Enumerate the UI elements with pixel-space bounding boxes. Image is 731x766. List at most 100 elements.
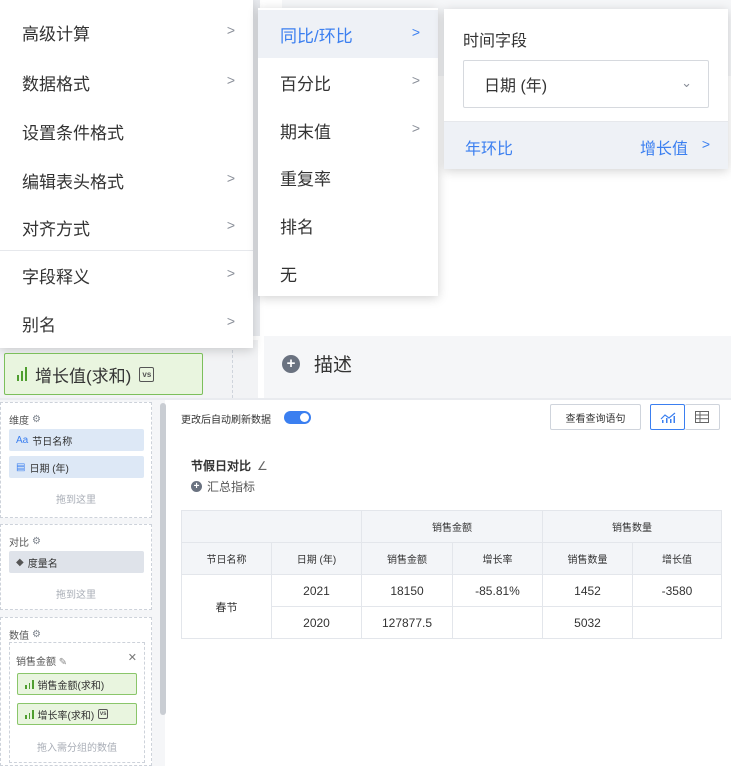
analysis-editor: 维度 ⚙ Aa 节日名称 ▤ 日期 (年) 拖到这里 对比 ⚙ ◆ 度量名 拖到… [0,400,731,766]
table-header-row: 节日名称 日期 (年) 销售金额 增长率 销售数量 增长值 [181,542,722,575]
chevron-right-icon: > [226,22,235,38]
section-title-text: 对比 [9,538,29,549]
edit-icon[interactable]: ∠ [257,459,268,473]
menu-item-label: 期末值 [280,122,331,142]
table-cell: 2021 [271,574,362,607]
bar-chart-icon [17,367,27,381]
edit-icon[interactable]: ✎ [59,657,67,668]
menu-item-label: 无 [280,265,297,285]
menu-item-label: 数据格式 [22,74,90,94]
value-field-sales-amount[interactable]: 销售金额(求和) [17,673,137,695]
time-field-value: 日期 (年) [484,78,548,95]
compare-drop-zone[interactable]: 拖到这里 [1,586,151,601]
menu-item-header-format[interactable]: 编辑表头格式 > [0,156,253,204]
table-row: 春节 2021 18150 -85.81% 1452 -3580 [181,574,722,639]
value-group-label[interactable]: 销售金额 ✎ [16,653,67,668]
menu-item-yoy[interactable]: 年环比 增长值 > [444,122,728,169]
value-drop-zone[interactable]: 拖入需分组的数值 [10,739,144,754]
add-metric-label: 汇总指标 [207,480,256,494]
gear-icon[interactable]: ⚙ [32,414,41,425]
dimension-field-holiday[interactable]: Aa 节日名称 [9,429,144,451]
value-title: 数值 ⚙ [9,627,41,642]
menu-item-conditional-format[interactable]: 设置条件格式 [0,107,253,155]
dimension-section: 维度 ⚙ Aa 节日名称 ▤ 日期 (年) 拖到这里 [0,402,152,518]
calculation-badge-icon: vs [139,366,155,382]
menu-item-label: 高级计算 [22,24,90,44]
menu-item-repeat-rate[interactable]: 重复率 [258,153,438,201]
auto-refresh-label: 更改后自动刷新数据 [181,415,271,426]
menu-item-label: 对齐方式 [22,219,90,239]
table-cell: 1452 [542,574,633,607]
menu-item-yoy-mom[interactable]: 同比/环比 > [258,10,438,58]
field-label: 节日名称 [32,436,73,448]
table-icon [695,411,709,423]
menu-item-label: 同比/环比 [280,26,353,46]
chevron-right-icon: > [411,24,420,40]
column-header[interactable]: 销售数量 [542,542,633,575]
table-group-header-row: 销售金额 销售数量 [181,510,722,543]
gear-icon[interactable]: ⚙ [32,629,41,640]
chart-view-button[interactable] [650,404,685,430]
menu-item-alignment[interactable]: 对齐方式 > [0,203,253,251]
menu-item-label: 排名 [280,217,314,237]
menu-item-rank[interactable]: 排名 [258,201,438,249]
chevron-down-icon: ⌄ [681,75,692,90]
close-icon[interactable]: ✕ [128,651,137,664]
plus-circle-icon: + [282,354,300,373]
dimension-drop-zone[interactable]: 拖到这里 [1,491,151,506]
group-header-sales-amount: 销售金额 [361,510,543,543]
column-header[interactable]: 增长值 [632,542,722,575]
menu-item-none[interactable]: 无 [258,249,438,297]
chevron-right-icon: > [226,265,235,281]
table-cell [632,606,722,639]
table-view-button[interactable] [685,404,720,430]
zoomed-context-menu-area: 高级计算 > 数据格式 > 设置条件格式 编辑表头格式 > 对齐方式 > 字段释… [0,0,731,398]
group-label-text: 销售金额 [16,657,56,668]
plus-circle-icon: + [191,481,202,492]
chevron-right-icon: > [226,72,235,88]
data-table: 销售金额 销售数量 节日名称 日期 (年) 销售金额 增长率 销售数量 增长值 … [181,510,722,639]
measure-chip-growth-value[interactable]: 增长值(求和) vs [4,353,203,395]
chevron-right-icon: > [411,120,420,136]
bar-chart-icon [25,679,34,689]
column-header[interactable]: 日期 (年) [271,542,362,575]
field-label: 增长率(求和) [37,710,95,722]
menu-item-data-format[interactable]: 数据格式 > [0,58,253,106]
column-header[interactable]: 销售金额 [361,542,453,575]
add-description[interactable]: + 描述 [282,350,352,377]
row-group-cell: 春节 [181,574,272,639]
compare-field-measure-name[interactable]: ◆ 度量名 [9,551,144,573]
text-type-icon: Aa [16,434,29,446]
compare-title: 对比 ⚙ [9,534,41,549]
menu-item-label: 字段释义 [22,267,90,287]
menu-item-label: 重复率 [280,169,331,189]
add-summary-metric[interactable]: + 汇总指标 [191,478,255,495]
time-field-label: 时间字段 [463,33,528,50]
column-header[interactable]: 增长率 [452,542,543,575]
auto-refresh-toggle[interactable] [284,411,311,424]
compare-section: 对比 ⚙ ◆ 度量名 拖到这里 [0,524,152,610]
menu-item-field-definition[interactable]: 字段释义 > [0,251,253,299]
context-menu-level2: 同比/环比 > 百分比 > 期末值 > 重复率 排名 无 [258,8,438,296]
chart-icon [660,412,675,423]
value-field-growth-rate[interactable]: 增长率(求和) vs [17,703,137,725]
fields-panel-scrollbar[interactable] [160,403,166,715]
context-menu-level1: 高级计算 > 数据格式 > 设置条件格式 编辑表头格式 > 对齐方式 > 字段释… [0,0,253,348]
column-header[interactable]: 节日名称 [181,542,272,575]
bar-chart-icon [25,709,34,719]
chevron-right-icon: > [701,136,710,152]
time-field-select[interactable]: 日期 (年) ⌄ [463,60,709,108]
dimension-field-date[interactable]: ▤ 日期 (年) [9,456,144,478]
menu-item-advanced-calc[interactable]: 高级计算 > [0,8,253,56]
value-group: 销售金额 ✎ ✕ 销售金额(求和) 增长率(求和) vs 拖入需分组的数值 [9,642,145,763]
view-query-button[interactable]: 查看查询语句 [550,404,641,430]
measure-chip-label: 增长值(求和) [35,366,132,386]
gear-icon[interactable]: ⚙ [32,536,41,547]
menu-item-alias[interactable]: 别名 > [0,299,253,347]
section-title-text: 维度 [9,416,29,427]
table-cell [452,606,543,639]
field-label: 销售金额(求和) [37,680,105,692]
table-cell: 127877.5 [361,606,453,639]
menu-item-period-end[interactable]: 期末值 > [258,106,438,154]
menu-item-percentage[interactable]: 百分比 > [258,58,438,106]
